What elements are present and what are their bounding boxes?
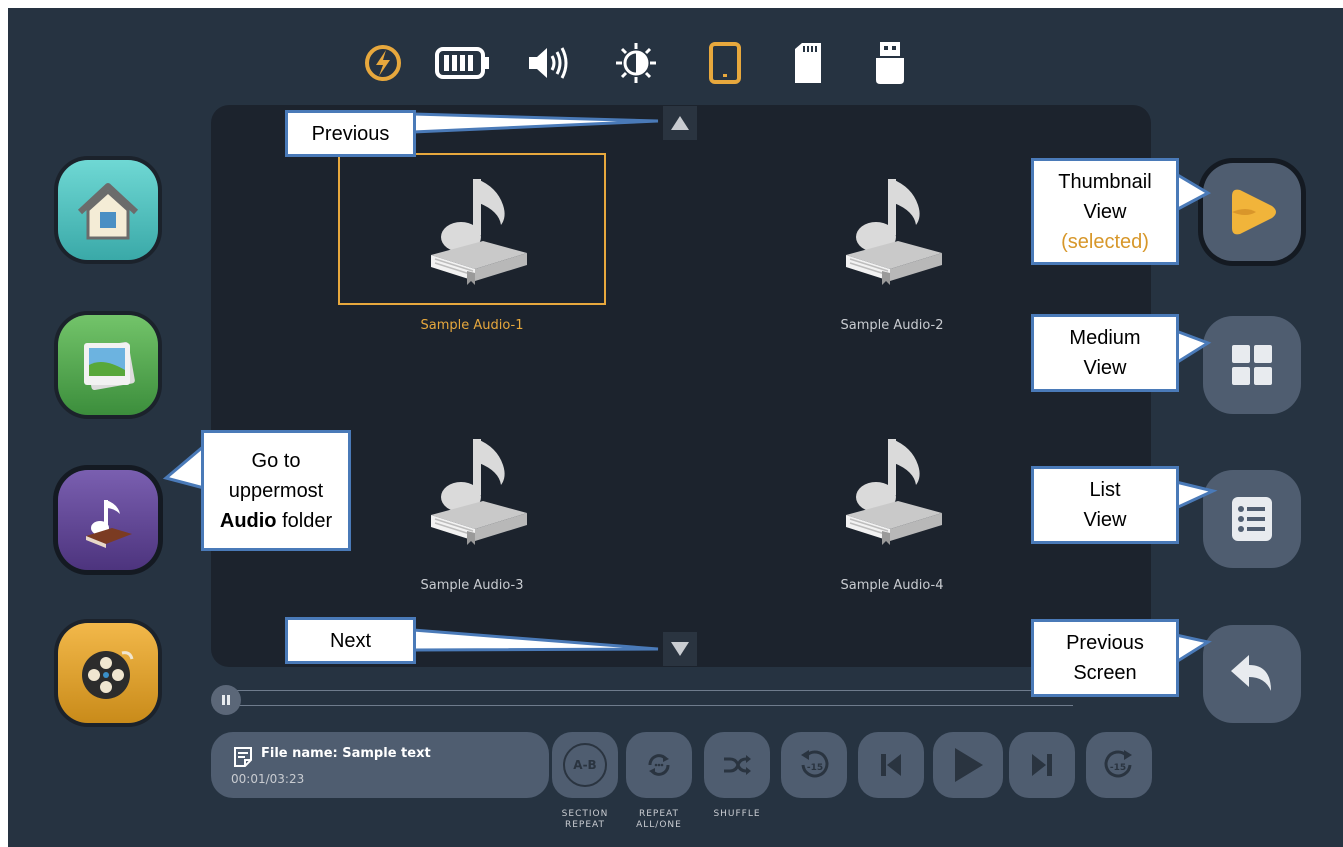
- skip-previous-icon: [881, 754, 901, 776]
- sd-card-icon: [788, 38, 828, 88]
- list-icon: [1232, 497, 1272, 541]
- audio-book-icon: [423, 431, 533, 551]
- thumbnail-label: Sample Audio-3: [420, 578, 524, 593]
- file-name: File name: Sample text: [261, 746, 431, 761]
- pause-icon: [222, 695, 230, 705]
- callout-previous: Previous: [285, 110, 416, 157]
- rewind-15-button[interactable]: -15: [781, 732, 847, 798]
- forward-15-icon: -15: [1104, 750, 1132, 778]
- progress-track[interactable]: [223, 690, 1073, 706]
- triangle-up-icon: [671, 116, 689, 130]
- skip-next-icon: [1032, 754, 1052, 776]
- audio-book-icon: [423, 171, 533, 291]
- back-arrow-icon: [1231, 655, 1271, 691]
- tablet-icon: [700, 38, 750, 88]
- shuffle-label: SHUFFLE: [713, 809, 761, 819]
- thumbnail-item[interactable]: [338, 413, 606, 565]
- thumbnail-label: Sample Audio-2: [840, 318, 944, 333]
- battery-icon: [433, 38, 493, 88]
- document-icon: [234, 747, 252, 767]
- rewind-15-icon: -15: [801, 750, 829, 778]
- shuffle-button[interactable]: [704, 732, 770, 798]
- photo-app-button[interactable]: [58, 315, 158, 415]
- home-button[interactable]: [58, 160, 158, 260]
- video-app-button[interactable]: [58, 623, 158, 723]
- audio-app-button[interactable]: [58, 470, 158, 570]
- repeat-icon: [648, 754, 670, 776]
- brightness-icon: [611, 38, 661, 88]
- svg-text:-15: -15: [1110, 763, 1126, 773]
- repeat-label: REPEAT ALL/ONE: [636, 809, 682, 830]
- audio-book-icon: [86, 500, 132, 548]
- thumbnail-view-button[interactable]: [1203, 163, 1301, 261]
- repeat-button[interactable]: [626, 732, 692, 798]
- grid-icon: [1232, 345, 1272, 385]
- file-info-box: File name: Sample text 00:01/03:23: [211, 732, 549, 798]
- previous-track-button[interactable]: [858, 732, 924, 798]
- thumbnail-label: Sample Audio-1: [420, 318, 524, 333]
- thumbnail-item[interactable]: [758, 153, 1026, 305]
- progress-handle[interactable]: [211, 685, 241, 715]
- audio-book-icon: [838, 431, 948, 551]
- svg-text:-15: -15: [807, 763, 823, 773]
- charging-icon: [358, 38, 408, 88]
- callout-list-view: List View: [1031, 466, 1179, 544]
- callout-audio-folder: Go to uppermost Audio folder: [201, 430, 351, 551]
- shuffle-icon: [724, 755, 751, 775]
- device-screen: Sample Audio-1 Sample Audio-2 Sample Aud…: [8, 8, 1343, 847]
- medium-view-button[interactable]: [1203, 316, 1301, 414]
- callout-previous-screen: Previous Screen: [1031, 619, 1179, 697]
- elapsed-time: 00:01/03:23: [231, 772, 305, 786]
- next-track-button[interactable]: [1009, 732, 1075, 798]
- callout-thumbnail-view: Thumbnail View (selected): [1031, 158, 1179, 265]
- photo-icon: [84, 341, 135, 391]
- audio-book-icon: [838, 171, 948, 291]
- callout-medium-view: Medium View: [1031, 314, 1179, 392]
- thumbnail-label: Sample Audio-4: [840, 578, 944, 593]
- next-page-button[interactable]: [663, 632, 697, 666]
- play-icon: [955, 748, 983, 782]
- thumbnail-view-icon: [1232, 189, 1276, 235]
- triangle-down-icon: [671, 642, 689, 656]
- back-button[interactable]: [1203, 625, 1301, 723]
- volume-icon: [523, 38, 573, 88]
- previous-page-button[interactable]: [663, 106, 697, 140]
- list-view-button[interactable]: [1203, 470, 1301, 568]
- usb-icon: [870, 38, 910, 88]
- callout-next: Next: [285, 617, 416, 664]
- section-repeat-button[interactable]: A-B: [552, 732, 618, 798]
- home-icon: [77, 183, 139, 240]
- thumbnail-item[interactable]: [338, 153, 606, 305]
- play-button[interactable]: [933, 732, 1003, 798]
- section-repeat-label: SECTION REPEAT: [561, 809, 609, 830]
- forward-15-button[interactable]: -15: [1086, 732, 1152, 798]
- ab-repeat-icon: A-B: [563, 743, 607, 787]
- thumbnail-item[interactable]: [758, 413, 1026, 565]
- film-reel-icon: [82, 651, 134, 699]
